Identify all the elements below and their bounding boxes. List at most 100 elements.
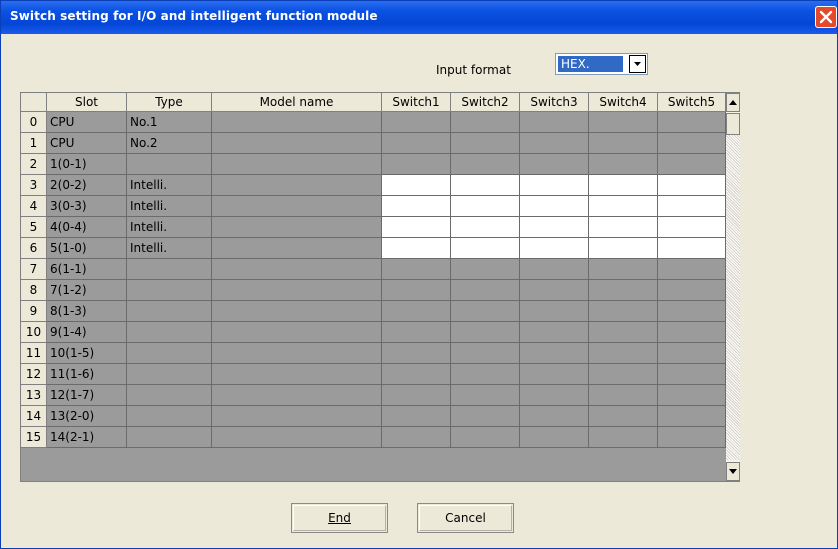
column-header-model-name[interactable]: Model name <box>212 93 382 112</box>
switch3-cell[interactable] <box>520 238 589 259</box>
switch5-cell <box>658 112 726 133</box>
row-index: 6 <box>21 238 47 259</box>
table-row: 6 5(1-0) Intelli. <box>21 238 726 259</box>
column-header-switch3[interactable]: Switch3 <box>520 93 589 112</box>
switch4-cell <box>589 364 658 385</box>
slot-cell: 11(1-6) <box>47 364 127 385</box>
switch1-cell[interactable] <box>382 175 451 196</box>
switch3-cell[interactable] <box>520 196 589 217</box>
switch4-cell <box>589 343 658 364</box>
switch1-cell <box>382 322 451 343</box>
switch3-cell[interactable] <box>520 175 589 196</box>
table-row: 8 7(1-2) <box>21 280 726 301</box>
table-row: 10 9(1-4) <box>21 322 726 343</box>
table-row: 15 14(2-1) <box>21 427 726 448</box>
switch1-cell <box>382 112 451 133</box>
column-header-slot[interactable]: Slot <box>47 93 127 112</box>
row-index: 13 <box>21 385 47 406</box>
switch2-cell[interactable] <box>451 196 520 217</box>
switch1-cell[interactable] <box>382 196 451 217</box>
model-name-cell <box>212 217 382 238</box>
type-cell <box>127 364 212 385</box>
switch2-cell <box>451 133 520 154</box>
switch2-cell[interactable] <box>451 175 520 196</box>
switch2-cell[interactable] <box>451 217 520 238</box>
row-index: 2 <box>21 154 47 175</box>
switch1-cell[interactable] <box>382 238 451 259</box>
row-index: 1 <box>21 133 47 154</box>
grid-corner-cell <box>21 93 47 112</box>
switch1-cell <box>382 301 451 322</box>
table-row: 0 CPU No.1 <box>21 112 726 133</box>
switch3-cell <box>520 133 589 154</box>
switch2-cell <box>451 406 520 427</box>
slot-cell: CPU <box>47 133 127 154</box>
vertical-scrollbar[interactable] <box>726 93 740 481</box>
row-index: 15 <box>21 427 47 448</box>
scroll-track[interactable] <box>726 135 740 460</box>
slot-cell: CPU <box>47 112 127 133</box>
switch5-cell[interactable] <box>658 196 726 217</box>
switch4-cell[interactable] <box>589 175 658 196</box>
scroll-thumb[interactable] <box>726 113 740 135</box>
table-row: 14 13(2-0) <box>21 406 726 427</box>
row-index: 0 <box>21 112 47 133</box>
type-cell <box>127 427 212 448</box>
switch3-cell <box>520 301 589 322</box>
column-header-switch1[interactable]: Switch1 <box>382 93 451 112</box>
close-button[interactable] <box>815 6 837 28</box>
input-format-value: HEX. <box>558 56 623 72</box>
switch1-cell <box>382 343 451 364</box>
row-index: 4 <box>21 196 47 217</box>
column-header-switch2[interactable]: Switch2 <box>451 93 520 112</box>
model-name-cell <box>212 175 382 196</box>
scroll-down-button[interactable] <box>726 462 740 481</box>
column-header-switch5[interactable]: Switch5 <box>658 93 726 112</box>
dropdown-button[interactable] <box>629 55 646 73</box>
switch4-cell <box>589 259 658 280</box>
row-index: 12 <box>21 364 47 385</box>
scroll-up-button[interactable] <box>726 93 740 112</box>
slot-cell: 9(1-4) <box>47 322 127 343</box>
switch4-cell[interactable] <box>589 238 658 259</box>
switch2-cell[interactable] <box>451 238 520 259</box>
window-title: Switch setting for I/O and intelligent f… <box>10 9 378 23</box>
slot-cell: 2(0-2) <box>47 175 127 196</box>
switch4-cell[interactable] <box>589 217 658 238</box>
switch5-cell[interactable] <box>658 175 726 196</box>
type-cell <box>127 259 212 280</box>
switch2-cell <box>451 322 520 343</box>
switch5-cell <box>658 406 726 427</box>
close-icon <box>819 10 833 24</box>
column-header-type[interactable]: Type <box>127 93 212 112</box>
model-name-cell <box>212 259 382 280</box>
switch5-cell <box>658 322 726 343</box>
switch3-cell <box>520 364 589 385</box>
model-name-cell <box>212 406 382 427</box>
model-name-cell <box>212 364 382 385</box>
table-row: 4 3(0-3) Intelli. <box>21 196 726 217</box>
switch5-cell[interactable] <box>658 238 726 259</box>
cancel-button[interactable]: Cancel <box>417 503 514 533</box>
column-header-switch4[interactable]: Switch4 <box>589 93 658 112</box>
switch3-cell <box>520 154 589 175</box>
switch3-cell[interactable] <box>520 217 589 238</box>
switch3-cell <box>520 427 589 448</box>
slot-cell: 14(2-1) <box>47 427 127 448</box>
switch1-cell <box>382 364 451 385</box>
end-button[interactable]: End <box>291 503 388 533</box>
switch2-cell <box>451 280 520 301</box>
row-index: 3 <box>21 175 47 196</box>
switch4-cell[interactable] <box>589 196 658 217</box>
switch1-cell <box>382 385 451 406</box>
input-format-select[interactable]: HEX. <box>555 53 648 75</box>
row-index: 7 <box>21 259 47 280</box>
model-name-cell <box>212 385 382 406</box>
cancel-button-label: Cancel <box>445 511 486 525</box>
title-bar[interactable]: Switch setting for I/O and intelligent f… <box>1 1 837 34</box>
switch5-cell[interactable] <box>658 217 726 238</box>
table-row: 11 10(1-5) <box>21 343 726 364</box>
switch1-cell[interactable] <box>382 217 451 238</box>
switch2-cell <box>451 112 520 133</box>
chevron-down-icon <box>634 62 641 66</box>
